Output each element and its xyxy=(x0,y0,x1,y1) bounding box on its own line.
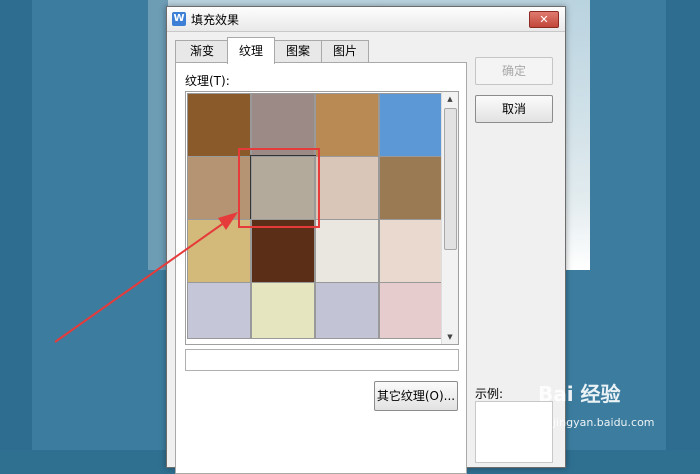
watermark-url: jingyan.baidu.com xyxy=(553,416,655,429)
baidu-jingyan-watermark: Bai 经验 xyxy=(538,382,621,406)
